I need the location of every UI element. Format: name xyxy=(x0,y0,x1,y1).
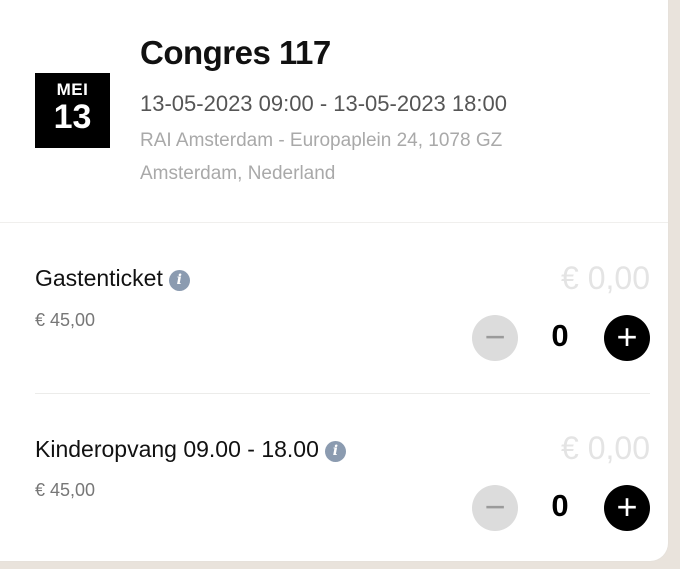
increase-quantity-button[interactable]: + xyxy=(604,485,650,531)
info-icon[interactable]: i xyxy=(324,441,346,462)
ticket-name-label: Kinderopvang 09.00 - 18.00 xyxy=(35,436,319,462)
quantity-value: 0 xyxy=(551,488,569,523)
ticket-total: € 0,00 xyxy=(561,430,650,466)
event-location: RAI Amsterdam - Europaplein 24, 1078 GZ … xyxy=(140,130,503,184)
ticket-selection-card: MEI 13 Congres 117 13-05-2023 09:00 - 13… xyxy=(0,0,668,561)
ticket-price: € 45,00 xyxy=(35,480,96,500)
ticket-name-label: Gastenticket xyxy=(35,265,163,291)
ticket-price: € 45,00 xyxy=(35,310,96,330)
date-day: 13 xyxy=(53,98,92,136)
event-header: MEI 13 Congres 117 13-05-2023 09:00 - 13… xyxy=(0,0,668,223)
ticket-row-kinderopvang: Kinderopvang 09.00 - 18.00 i € 45,00 € 0,… xyxy=(0,392,668,562)
event-datetime: 13-05-2023 09:00 - 13-05-2023 18:00 xyxy=(140,91,507,116)
info-icon[interactable]: i xyxy=(168,270,190,291)
event-title: Congres 117 xyxy=(140,34,331,71)
ticket-name: Kinderopvang 09.00 - 18.00 i xyxy=(35,436,346,463)
quantity-value: 0 xyxy=(551,318,569,353)
ticket-name: Gastenticket i xyxy=(35,265,190,292)
ticket-row-gastenticket: Gastenticket i € 45,00 € 0,00 − 0 + xyxy=(0,222,668,394)
decrease-quantity-button[interactable]: − xyxy=(472,485,518,531)
ticket-total: € 0,00 xyxy=(561,260,650,296)
increase-quantity-button[interactable]: + xyxy=(604,315,650,361)
decrease-quantity-button[interactable]: − xyxy=(472,315,518,361)
date-badge: MEI 13 xyxy=(35,73,110,148)
